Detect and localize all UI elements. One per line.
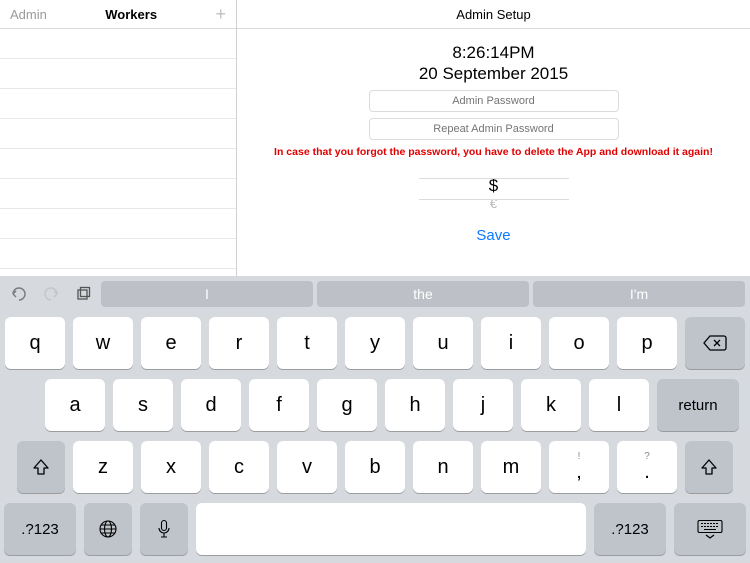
key-g[interactable]: g <box>317 379 377 431</box>
key-b[interactable]: b <box>345 441 405 493</box>
key-n[interactable]: n <box>413 441 473 493</box>
dictation-key[interactable] <box>140 503 188 555</box>
space-key[interactable] <box>196 503 586 555</box>
key-q[interactable]: q <box>5 317 65 369</box>
number-symbol-key-right[interactable]: .?123 <box>594 503 666 555</box>
hide-keyboard-key[interactable] <box>674 503 746 555</box>
key-period[interactable]: ? . <box>617 441 677 493</box>
key-x[interactable]: x <box>141 441 201 493</box>
key-t[interactable]: t <box>277 317 337 369</box>
list-item[interactable] <box>0 119 236 149</box>
list-item[interactable] <box>0 209 236 239</box>
sidebar-title: Workers <box>47 7 216 22</box>
clipboard-button[interactable] <box>69 281 97 307</box>
add-button[interactable]: + <box>215 5 226 23</box>
suggestion-bar: I the I'm <box>0 276 750 311</box>
key-c[interactable]: c <box>209 441 269 493</box>
list-item[interactable] <box>0 59 236 89</box>
date-label: 20 September 2015 <box>419 64 568 84</box>
key-e[interactable]: e <box>141 317 201 369</box>
key-w[interactable]: w <box>73 317 133 369</box>
main-panel: Admin Setup 8:26:14PM 20 September 2015 … <box>237 0 750 276</box>
back-button[interactable]: Admin <box>10 7 47 22</box>
suggestion-1[interactable]: I <box>101 281 313 307</box>
key-h[interactable]: h <box>385 379 445 431</box>
keyboard: I the I'm q w e r t y u i o p a <box>0 276 750 563</box>
shift-key-right[interactable] <box>685 441 733 493</box>
warning-text: In case that you forgot the password, yo… <box>274 146 713 158</box>
key-f[interactable]: f <box>249 379 309 431</box>
key-l[interactable]: l <box>589 379 649 431</box>
key-p[interactable]: p <box>617 317 677 369</box>
redo-button[interactable] <box>37 281 65 307</box>
key-z[interactable]: z <box>73 441 133 493</box>
admin-password-input[interactable] <box>369 90 619 112</box>
globe-icon <box>98 519 118 539</box>
microphone-icon <box>157 519 171 539</box>
undo-button[interactable] <box>5 281 33 307</box>
key-a[interactable]: a <box>45 379 105 431</box>
backspace-key[interactable] <box>685 317 745 369</box>
key-r[interactable]: r <box>209 317 269 369</box>
time-label: 8:26:14PM <box>452 43 534 63</box>
shift-icon <box>699 457 719 477</box>
key-o[interactable]: o <box>549 317 609 369</box>
repeat-password-input[interactable] <box>369 118 619 140</box>
key-y[interactable]: y <box>345 317 405 369</box>
list-item[interactable] <box>0 239 236 269</box>
key-comma[interactable]: ! , <box>549 441 609 493</box>
return-key[interactable]: return <box>657 379 739 431</box>
key-d[interactable]: d <box>181 379 241 431</box>
key-k[interactable]: k <box>521 379 581 431</box>
key-v[interactable]: v <box>277 441 337 493</box>
sidebar: Admin Workers + <box>0 0 237 276</box>
hide-keyboard-icon <box>696 519 724 539</box>
list-item[interactable] <box>0 179 236 209</box>
list-item[interactable] <box>0 29 236 59</box>
save-button[interactable]: Save <box>476 227 510 244</box>
key-u[interactable]: u <box>413 317 473 369</box>
list-item[interactable] <box>0 149 236 179</box>
key-i[interactable]: i <box>481 317 541 369</box>
shift-icon <box>31 457 51 477</box>
page-title: Admin Setup <box>237 0 750 29</box>
key-s[interactable]: s <box>113 379 173 431</box>
currency-selected: $ <box>419 176 569 196</box>
globe-key[interactable] <box>84 503 132 555</box>
shift-key-left[interactable] <box>17 441 65 493</box>
suggestion-3[interactable]: I'm <box>533 281 745 307</box>
number-symbol-key-left[interactable]: .?123 <box>4 503 76 555</box>
backspace-icon <box>702 334 728 352</box>
sidebar-header: Admin Workers + <box>0 0 236 29</box>
currency-picker[interactable]: $ € <box>419 176 569 211</box>
suggestion-2[interactable]: the <box>317 281 529 307</box>
key-m[interactable]: m <box>481 441 541 493</box>
list-item[interactable] <box>0 89 236 119</box>
key-j[interactable]: j <box>453 379 513 431</box>
